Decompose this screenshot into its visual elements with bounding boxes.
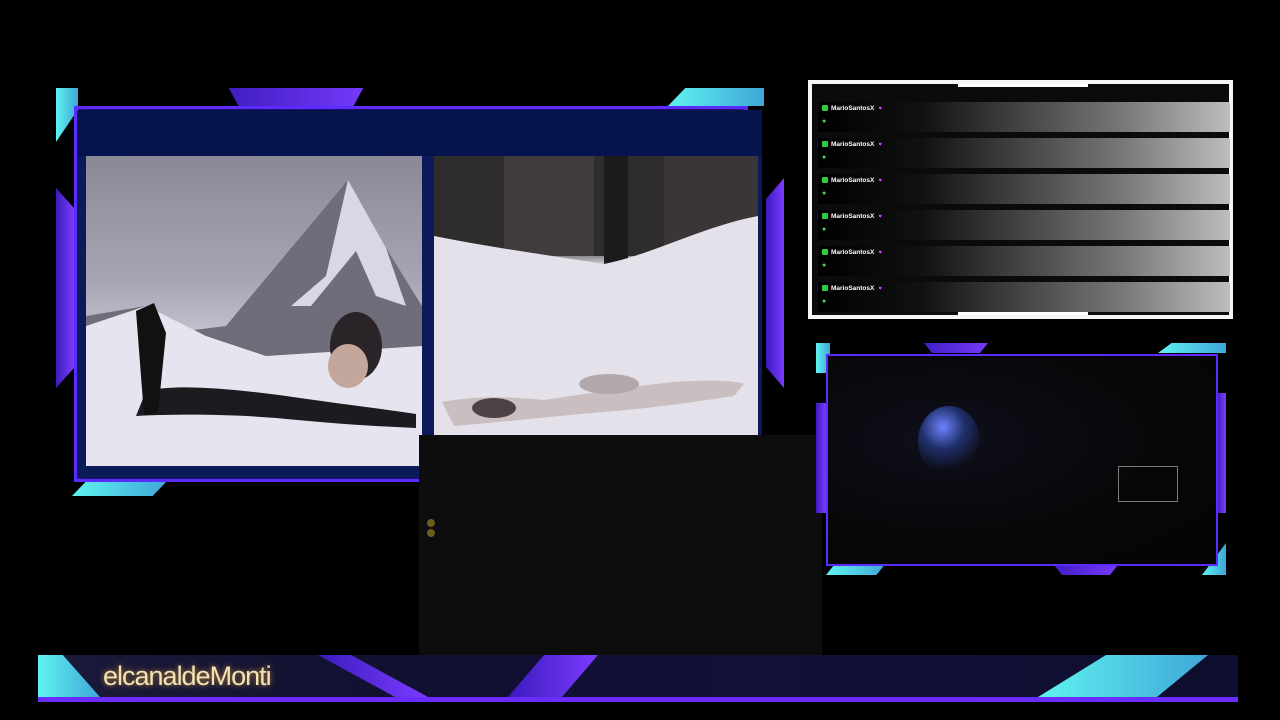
heart-icon: ♥ [878,214,882,220]
snow-photo [434,156,758,478]
mountain-photo-image [86,180,422,466]
stream-screen [78,110,762,478]
frame-accent [56,188,74,388]
chat-panel: MarioSantosX ♥ ● MarioSantosX ♥ ● MarioSan… [808,80,1233,319]
channel-name: elcanaldeMonti [103,661,272,691]
heart-icon: ♥ [878,286,882,292]
chat-message: MarioSantosX ♥ ● [818,282,1230,312]
user-badge-icon [822,213,828,220]
chat-username[interactable]: MarioSantosX ♥ [822,249,882,256]
channel-banner: elcanaldeMonti [38,655,1238,703]
chat-bubble-icon: ● [822,262,827,269]
frame-accent [1158,343,1226,353]
mini-avatar-icon [427,529,435,537]
chat-bubble-icon: ● [822,190,827,197]
user-badge-icon [822,249,828,256]
chat-list: MarioSantosX ♥ ● MarioSantosX ♥ ● MarioSan… [812,84,1230,315]
chat-bubble-icon: ● [822,226,827,233]
chat-username[interactable]: MarioSantosX ♥ [822,285,882,292]
chat-bubble-icon: ● [822,154,827,161]
webcam-light [918,406,980,476]
frame-accent [1054,565,1118,575]
chat-username[interactable]: MarioSantosX ♥ [822,105,882,112]
chat-message: MarioSantosX ♥ ● [818,246,1230,276]
webcam-box [1118,466,1178,502]
webcam-view [826,354,1218,566]
user-badge-icon [822,105,828,112]
chat-message: MarioSantosX ♥ ● [818,174,1230,204]
mountain-photo [86,156,422,466]
heart-icon: ♥ [878,142,882,148]
chat-message: MarioSantosX ♥ ● [818,138,1230,168]
frame-accent [816,403,826,513]
user-badge-icon [822,285,828,292]
chat-username[interactable]: MarioSantosX ♥ [822,213,882,220]
chat-bottom-strip [958,312,1088,315]
mini-avatar-icon [427,519,435,527]
chat-username[interactable]: MarioSantosX ♥ [822,141,882,148]
mini-chat-line [427,529,438,537]
frame-accent [72,480,168,496]
overlay-panel [419,435,822,662]
user-badge-icon [822,177,828,184]
frame-accent [668,88,764,106]
screen-top-bar [78,110,762,156]
heart-icon: ♥ [878,250,882,256]
chat-username[interactable]: MarioSantosX ♥ [822,177,882,184]
heart-icon: ♥ [878,106,882,112]
chat-top-strip [958,84,1088,87]
chat-bubble-icon: ● [822,298,827,305]
chat-bubble-icon: ● [822,118,827,125]
snow-photo-image [434,156,758,478]
user-badge-icon [822,141,828,148]
mini-chat-line [427,519,438,527]
heart-icon: ♥ [878,178,882,184]
chat-message: MarioSantosX ♥ ● [818,210,1230,240]
banner-underline [38,697,1238,702]
frame-accent [766,178,784,388]
frame-accent [924,343,988,353]
frame-accent [228,88,364,106]
chat-message: MarioSantosX ♥ ● [818,102,1230,132]
